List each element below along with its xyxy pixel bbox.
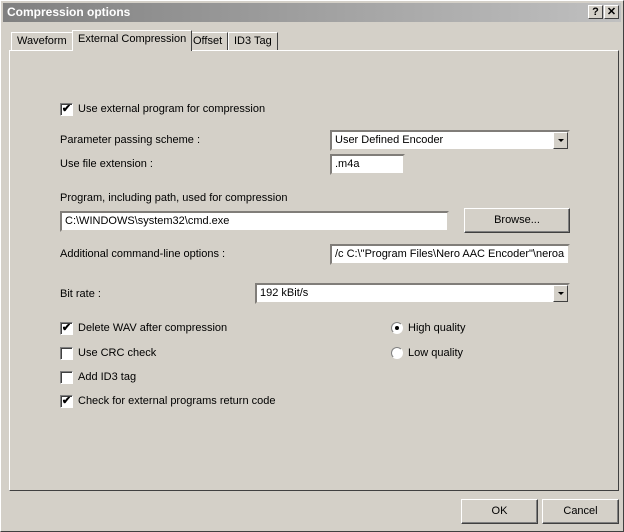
program-path-label: Program, including path, used for compre… xyxy=(60,192,288,204)
low-quality-radio[interactable] xyxy=(391,347,403,359)
program-path-field[interactable]: C:\WINDOWS\system32\cmd.exe xyxy=(60,211,449,232)
file-extension-label: Use file extension : xyxy=(60,158,153,170)
bit-rate-value: 192 kBit/s xyxy=(260,287,309,299)
close-button[interactable]: ✕ xyxy=(604,5,619,19)
low-quality-label: Low quality xyxy=(408,347,464,359)
browse-button[interactable]: Browse... xyxy=(464,208,570,233)
high-quality-label: High quality xyxy=(408,322,466,334)
add-id3-checkbox[interactable] xyxy=(60,371,73,384)
use-external-checkbox[interactable]: ✔ xyxy=(60,103,73,116)
crc-check-checkbox[interactable] xyxy=(60,347,73,360)
tab-offset[interactable]: Offset xyxy=(187,32,229,50)
dialog-title: Compression options xyxy=(7,5,131,19)
bit-rate-dropdown[interactable]: 192 kBit/s xyxy=(255,283,570,304)
cancel-button[interactable]: Cancel xyxy=(542,499,619,524)
radio-selected-dot xyxy=(395,326,399,330)
chevron-down-icon[interactable] xyxy=(553,285,568,302)
return-code-checkbox[interactable]: ✔ xyxy=(60,395,73,408)
use-external-label: Use external program for compression xyxy=(78,103,266,115)
delete-wav-checkbox[interactable]: ✔ xyxy=(60,322,73,335)
add-id3-label: Add ID3 tag xyxy=(78,371,137,383)
parameter-scheme-dropdown[interactable]: User Defined Encoder xyxy=(330,130,570,151)
delete-wav-label: Delete WAV after compression xyxy=(78,322,228,334)
tab-external-compression[interactable]: External Compression xyxy=(72,30,193,51)
chevron-down-icon[interactable] xyxy=(553,132,568,149)
tab-waveform[interactable]: Waveform xyxy=(11,32,73,50)
additional-options-field[interactable]: /c C:\"Program Files\Nero AAC Encoder"\n… xyxy=(330,244,570,265)
tab-id3-tag[interactable]: ID3 Tag xyxy=(228,32,278,50)
additional-options-label: Additional command-line options : xyxy=(60,248,226,260)
tab-panel: ✔ Use external program for compression P… xyxy=(9,50,619,491)
file-extension-field[interactable]: .m4a xyxy=(330,154,405,175)
parameter-scheme-value: User Defined Encoder xyxy=(335,134,444,146)
title-bar[interactable]: Compression options ? ✕ xyxy=(3,3,621,22)
bit-rate-label: Bit rate : xyxy=(60,288,101,300)
ok-button[interactable]: OK xyxy=(461,499,538,524)
return-code-label: Check for external programs return code xyxy=(78,395,276,407)
parameter-scheme-label: Parameter passing scheme : xyxy=(60,134,201,146)
help-button[interactable]: ? xyxy=(588,5,603,19)
compression-options-dialog: Compression options ? ✕ Waveform Externa… xyxy=(0,0,624,532)
high-quality-radio[interactable] xyxy=(391,322,403,334)
crc-check-label: Use CRC check xyxy=(78,347,157,359)
